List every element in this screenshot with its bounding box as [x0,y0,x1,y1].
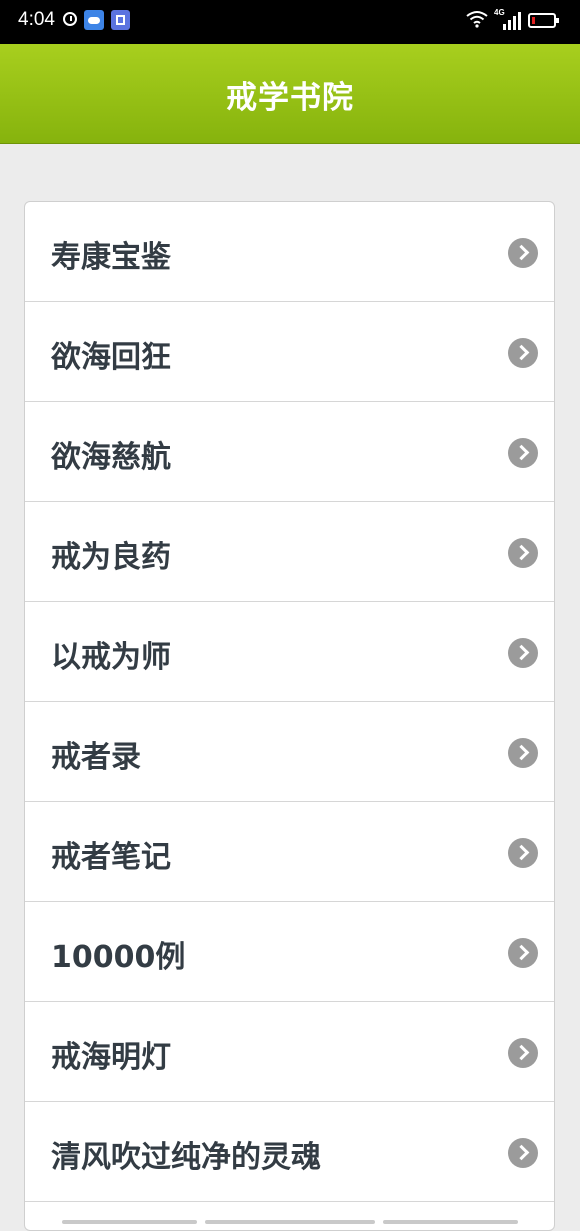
chevron-right-icon [508,838,538,868]
chevron-right-icon [508,938,538,968]
notes-app-icon [111,10,130,30]
bottom-tabs-peek [38,1208,548,1224]
chevron-right-icon [508,238,538,268]
book-list: 寿康宝鉴 欲海回狂 欲海慈航 戒为良药 以戒为师 戒者录 戒者笔记 10000例… [24,201,555,1231]
status-time: 4:04 [18,9,55,30]
list-item-label: 清风吹过纯净的灵魂 [51,1140,321,1175]
battery-icon [528,13,559,28]
list-item-label: 戒者录 [51,740,141,775]
list-item[interactable]: 欲海慈航 [25,402,554,502]
list-item[interactable]: 寿康宝鉴 [25,202,554,302]
network-type: 4G [494,8,505,17]
signal-icon: 4G [494,8,522,30]
tab-peek [62,1220,197,1224]
alarm-icon [63,12,77,26]
chevron-right-icon [508,638,538,668]
list-item-label: 以戒为师 [51,640,171,675]
list-item-label: 戒海明灯 [51,1040,171,1075]
list-item[interactable]: 戒海明灯 [25,1002,554,1102]
list-item-label: 欲海慈航 [51,440,171,475]
list-item[interactable]: 10000例 [25,902,554,1002]
list-item[interactable]: 戒为良药 [25,502,554,602]
list-item[interactable]: 以戒为师 [25,602,554,702]
list-item-label: 欲海回狂 [51,340,171,375]
list-item[interactable]: 戒者录 [25,702,554,802]
chevron-right-icon [508,738,538,768]
chevron-right-icon [508,1138,538,1168]
list-item[interactable]: 欲海回狂 [25,302,554,402]
cloud-app-icon [84,10,104,30]
tab-peek [383,1220,518,1224]
list-item-label: 寿康宝鉴 [51,240,171,275]
chevron-right-icon [508,438,538,468]
tab-peek [205,1220,375,1224]
chevron-right-icon [508,338,538,368]
status-bar: 4:04 4G [0,0,580,44]
list-item-label: 10000例 [51,940,186,975]
list-item[interactable]: 清风吹过纯净的灵魂 [25,1102,554,1202]
wifi-icon [466,11,488,28]
chevron-right-icon [508,1038,538,1068]
page-title: 戒学书院 [226,80,354,116]
list-item-label: 戒为良药 [51,540,171,575]
app-header: 戒学书院 [0,44,580,144]
list-item[interactable]: 戒者笔记 [25,802,554,902]
chevron-right-icon [508,538,538,568]
list-item-label: 戒者笔记 [51,840,171,875]
